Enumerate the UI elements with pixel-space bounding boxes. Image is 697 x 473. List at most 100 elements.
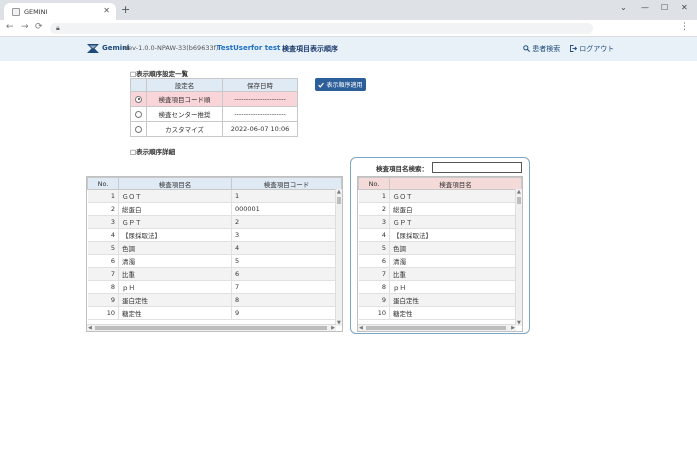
detail-grid: No. 検査項目名 検査項目コード 1 ＧＯＴ 1 2 総蛋白 000001 3 ＧＰＴ 2… [86,176,343,332]
settings-radio[interactable] [135,95,142,103]
row-no: 4 [87,228,119,242]
row-name: ｐＨ [389,280,522,294]
row-name: 蛋白定性 [389,293,522,307]
row-name: 総蛋白 [118,202,232,216]
scroll-right-icon[interactable]: ▶ [511,325,515,331]
item-search-input[interactable] [432,162,522,173]
setting-name: カスタマイズ [146,121,223,137]
list-item[interactable]: 2 総蛋白 [358,202,522,216]
scroll-up-icon[interactable]: ▲ [517,189,521,195]
list-item[interactable]: 3 ＧＰＴ [358,215,522,229]
order-hscroll[interactable]: ◀ ▶ [358,324,516,331]
row-name: 総蛋白 [389,202,522,216]
row-no: 1 [358,189,390,203]
row-no: 3 [87,215,119,229]
table-row[interactable]: 10 糖定性 9 [87,306,342,320]
favicon-icon [12,8,20,16]
settings-header-radio [130,78,147,92]
order-vscroll[interactable]: ▲ ▼ [515,189,522,326]
row-no: 7 [87,267,119,281]
table-row[interactable]: 3 ＧＰＴ 2 [87,215,342,229]
row-no: 9 [358,293,390,307]
row-name: 糖定性 [118,306,232,320]
table-row[interactable]: 8 ｐＨ 7 [87,280,342,294]
table-row[interactable]: 9 蛋白定性 8 [87,293,342,307]
detail-section-title: □表示順序詳細 [130,148,176,156]
table-row[interactable]: 5 色調 4 [87,241,342,255]
setting-saved: ---------------------- [222,91,298,107]
apply-order-label: 表示順序適用 [326,82,363,89]
browser-tabstrip: GEMINI ✕ + ⌄ — ☐ ✕ [0,0,697,20]
lock-icon: 🔒︎ [56,24,60,32]
close-window-icon[interactable]: ✕ [681,3,688,12]
browser-menu-icon[interactable]: ⋮ [680,22,689,32]
list-item[interactable]: 10 糖定性 [358,306,522,320]
minimize-icon[interactable]: — [641,3,649,12]
settings-radio[interactable] [135,110,142,118]
table-row[interactable]: 7 比重 6 [87,267,342,281]
row-code: 6 [231,267,342,281]
scroll-left-icon[interactable]: ◀ [359,325,363,331]
list-item[interactable]: 8 ｐＨ [358,280,522,294]
row-no: 10 [87,306,119,320]
list-item[interactable]: 7 比重 [358,267,522,281]
row-code: 000001 [231,202,342,216]
row-no: 2 [87,202,119,216]
scroll-right-icon[interactable]: ▶ [331,325,335,331]
settings-header-name: 設定名 [146,78,223,92]
user-org: for test [251,44,281,52]
detail-hscroll-thumb[interactable] [95,326,327,330]
logout-link[interactable]: ログアウト [570,44,614,54]
reload-icon[interactable]: ⟳ [35,22,43,32]
order-table: No. 検査項目名 1 ＧＯＴ 2 総蛋白 3 ＧＰＴ 4 【尿採取法】 5 色調 6 清濁… [358,177,522,320]
new-tab-icon[interactable]: + [121,3,130,16]
order-vscroll-thumb[interactable] [517,197,521,204]
chevron-down-icon[interactable]: ⌄ [620,3,627,12]
row-code: 4 [231,241,342,255]
forward-icon[interactable]: → [21,22,29,32]
row-name: ＧＯＴ [389,189,522,203]
order-grid: No. 検査項目名 1 ＧＯＴ 2 総蛋白 3 ＧＰＴ 4 【尿採取法】 5 色調 6 清濁… [357,176,523,332]
back-icon[interactable]: ← [6,22,14,32]
table-row[interactable]: 2 総蛋白 000001 [87,202,342,216]
row-name: 色調 [389,241,522,255]
scroll-left-icon[interactable]: ◀ [88,325,92,331]
settings-row[interactable]: 検査センター推奨 ---------------------- [130,106,298,122]
detail-vscroll-thumb[interactable] [337,197,341,204]
setting-saved: 2022-06-07 10:06 [222,121,298,137]
table-row[interactable]: 4 【尿採取法】 3 [87,228,342,242]
row-no: 7 [358,267,390,281]
patient-search-link[interactable]: 患者検索 [523,44,560,54]
row-name: 蛋白定性 [118,293,232,307]
url-input[interactable]: 🔒︎ [50,23,593,34]
row-name: 【尿採取法】 [389,228,522,242]
detail-hscroll[interactable]: ◀ ▶ [87,324,336,331]
browser-tab[interactable]: GEMINI ✕ [4,3,116,20]
settings-row[interactable]: カスタマイズ 2022-06-07 10:06 [130,121,298,137]
close-tab-icon[interactable]: ✕ [103,6,110,15]
row-name: 比重 [118,267,232,281]
row-name: ｐＨ [118,280,232,294]
row-no: 5 [87,241,119,255]
row-name: 比重 [389,267,522,281]
list-item[interactable]: 6 清濁 [358,254,522,268]
maximize-icon[interactable]: ☐ [661,3,668,12]
scroll-down-icon[interactable]: ▼ [337,320,341,326]
list-item[interactable]: 9 蛋白定性 [358,293,522,307]
table-row[interactable]: 1 ＧＯＴ 1 [87,189,342,203]
order-header-no: No. [358,177,390,190]
list-item[interactable]: 1 ＧＯＴ [358,189,522,203]
row-no: 4 [358,228,390,242]
row-name: ＧＯＴ [118,189,232,203]
list-item[interactable]: 5 色調 [358,241,522,255]
setting-saved: ---------------------- [222,106,298,122]
apply-order-button[interactable]: 表示順序適用 [315,78,366,91]
table-row[interactable]: 6 清濁 5 [87,254,342,268]
detail-vscroll[interactable]: ▲ ▼ [335,189,342,326]
scroll-up-icon[interactable]: ▲ [337,189,341,195]
scroll-down-icon[interactable]: ▼ [517,320,521,326]
list-item[interactable]: 4 【尿採取法】 [358,228,522,242]
settings-row[interactable]: 検査項目コード順 ---------------------- [130,91,298,107]
settings-radio[interactable] [135,125,142,133]
order-hscroll-thumb[interactable] [366,326,506,330]
